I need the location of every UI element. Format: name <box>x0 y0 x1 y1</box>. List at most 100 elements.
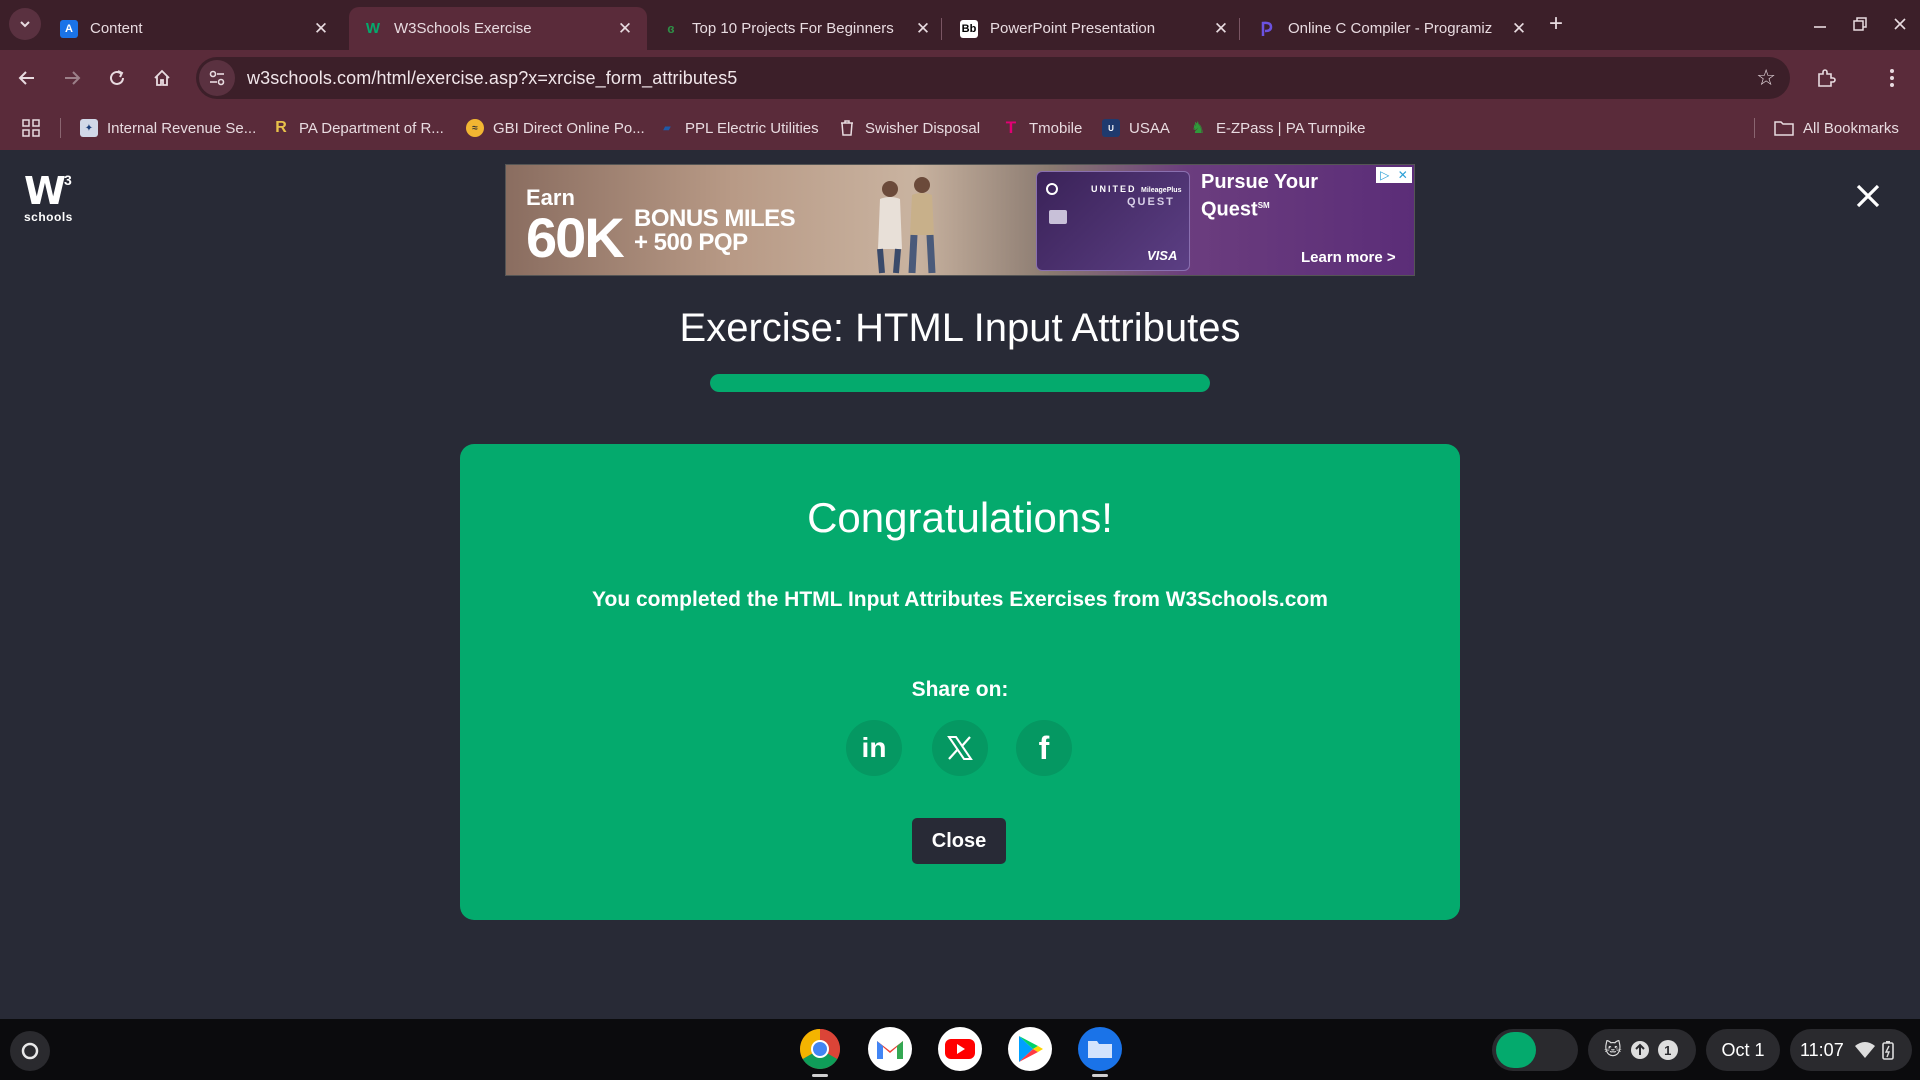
gmail-app[interactable] <box>868 1027 912 1071</box>
launcher-button[interactable] <box>10 1031 50 1071</box>
bookmark-ezpass[interactable]: ♞ E-ZPass | PA Turnpike <box>1189 116 1366 140</box>
tab-powerpoint-presentation[interactable]: Bb PowerPoint Presentation ✕ <box>945 7 1243 50</box>
bookmark-label: Tmobile <box>1029 119 1083 137</box>
url-text[interactable]: w3schools.com/html/exercise.asp?x=xrcise… <box>247 68 737 89</box>
bookmark-star-icon[interactable]: ☆ <box>1756 65 1776 91</box>
tab-search-button[interactable] <box>9 8 41 40</box>
all-bookmarks-button[interactable]: All Bookmarks <box>1774 116 1899 140</box>
home-button[interactable] <box>144 60 180 96</box>
tab-content[interactable]: A Content ✕ <box>45 7 343 50</box>
logo-text: schools <box>24 210 73 224</box>
tab-online-c-compiler[interactable]: Online C Compiler - Programiz ✕ <box>1243 7 1541 50</box>
tab-top-10-projects[interactable]: ɞ Top 10 Projects For Beginners ✕ <box>647 7 945 50</box>
minimize-icon <box>1814 26 1826 28</box>
bookmark-ppl[interactable]: ▰ PPL Electric Utilities <box>658 116 819 140</box>
chrome-app[interactable] <box>798 1027 842 1071</box>
share-linkedin-button[interactable]: in <box>846 720 902 776</box>
status-area-pill[interactable]: 🐱 1 <box>1588 1029 1696 1071</box>
time-text: 11:07 <box>1800 1039 1844 1060</box>
tmobile-icon: T <box>1005 118 1017 137</box>
bookmark-label: PPL Electric Utilities <box>685 119 819 137</box>
close-tab-icon[interactable]: ✕ <box>615 19 635 39</box>
date-pill[interactable]: Oct 1 <box>1706 1029 1780 1071</box>
restore-icon <box>1853 17 1867 31</box>
close-icon <box>1894 18 1906 30</box>
completion-message: You completed the HTML Input Attributes … <box>592 588 1328 611</box>
puzzle-icon <box>1818 69 1836 87</box>
new-tab-button[interactable]: + <box>1542 10 1570 38</box>
share-label: Share on: <box>911 678 1009 701</box>
address-bar[interactable]: w3schools.com/html/exercise.asp?x=xrcise… <box>196 57 1790 99</box>
bookmark-gbi[interactable]: ≈ GBI Direct Online Po... <box>466 116 645 140</box>
forward-button[interactable] <box>54 60 90 96</box>
ad-learn-more-link[interactable]: Learn more > <box>1301 249 1396 266</box>
share-x-button[interactable] <box>932 720 988 776</box>
linkedin-icon: in <box>861 732 887 763</box>
close-tab-icon[interactable]: ✕ <box>1509 19 1529 39</box>
w3schools-logo[interactable]: W 3 schools <box>24 172 80 224</box>
tune-icon <box>209 70 225 86</box>
upload-icon <box>1630 1041 1649 1059</box>
bookmark-label: Swisher Disposal <box>865 119 981 137</box>
ad-card-chip <box>1049 210 1067 224</box>
tab-title: W3Schools Exercise <box>394 20 532 37</box>
cat-icon: 🐱 <box>1604 1040 1622 1059</box>
restore-button[interactable] <box>1840 8 1880 40</box>
ad-card-network: VISA <box>1147 248 1178 263</box>
tab-title: Content <box>90 20 143 37</box>
close-tab-icon[interactable]: ✕ <box>913 19 933 39</box>
close-window-button[interactable] <box>1880 8 1920 40</box>
tab-w3schools-exercise[interactable]: W W3Schools Exercise ✕ <box>349 7 647 50</box>
browser-toolbar: w3schools.com/html/exercise.asp?x=xrcise… <box>0 50 1920 106</box>
programiz-favicon-icon <box>1258 20 1276 38</box>
tab-strip: A Content ✕ W W3Schools Exercise ✕ ɞ Top… <box>0 0 1920 50</box>
back-button[interactable] <box>9 60 45 96</box>
bookmark-tmobile[interactable]: T Tmobile <box>1002 116 1083 140</box>
time-pill[interactable]: 11:07 <box>1790 1029 1912 1071</box>
all-bookmarks-label: All Bookmarks <box>1803 119 1899 137</box>
bookmark-irs[interactable]: ✦ Internal Revenue Se... <box>80 116 256 140</box>
trash-icon <box>838 119 856 137</box>
close-button[interactable]: Close <box>912 818 1006 864</box>
congratulations-panel: Congratulations! You completed the HTML … <box>460 444 1460 920</box>
w3schools-favicon-icon: W <box>365 20 381 37</box>
ad-big-number: 60K <box>526 206 625 269</box>
page-content: W 3 schools Earn 60K BONUS MILES + 500 P… <box>0 150 1920 1019</box>
share-facebook-button[interactable]: f <box>1016 720 1072 776</box>
reload-icon <box>110 70 124 85</box>
files-app[interactable] <box>1078 1027 1122 1071</box>
minimize-button[interactable] <box>1800 8 1840 40</box>
bookmark-label: USAA <box>1129 119 1170 137</box>
youtube-icon <box>945 1039 975 1059</box>
site-info-button[interactable] <box>199 60 235 96</box>
facebook-icon: f <box>1038 729 1050 766</box>
bookmark-label: E-ZPass | PA Turnpike <box>1216 119 1366 137</box>
extensions-button[interactable] <box>1808 60 1844 96</box>
ad-credit-card: UNITED MileagePlus QUEST VISA <box>1036 171 1190 271</box>
ad-card-name: QUEST <box>1127 196 1175 208</box>
chrome-menu-button[interactable] <box>1874 60 1910 96</box>
ppl-icon: ▰ <box>663 122 671 134</box>
chrome-icon <box>800 1029 840 1069</box>
ad-banner[interactable]: Earn 60K BONUS MILES + 500 PQP UNITED Mi… <box>505 164 1415 276</box>
reload-button[interactable] <box>99 60 135 96</box>
pa-revenue-icon: R <box>275 119 287 136</box>
content-favicon-icon: A <box>60 19 78 38</box>
play-store-app[interactable] <box>1008 1027 1052 1071</box>
close-tab-icon[interactable]: ✕ <box>311 19 331 39</box>
home-icon <box>154 69 170 86</box>
youtube-app[interactable] <box>938 1027 982 1071</box>
blackboard-favicon-icon: Bb <box>960 19 978 38</box>
adchoices-icon[interactable]: ▷ ✕ <box>1376 167 1412 183</box>
bookmark-usaa[interactable]: U USAA <box>1102 116 1170 140</box>
bookmark-swisher[interactable]: Swisher Disposal <box>838 116 980 140</box>
ezpass-icon: ♞ <box>1190 120 1206 137</box>
bookmark-divider <box>60 118 61 138</box>
close-icon[interactable] <box>1850 178 1886 214</box>
bookmark-pa-revenue[interactable]: R PA Department of R... <box>272 116 444 140</box>
close-tab-icon[interactable]: ✕ <box>1211 19 1231 39</box>
ad-headline: Pursue Your QuestSM <box>1201 171 1319 221</box>
tote-holding-space[interactable] <box>1492 1029 1578 1071</box>
bookmark-label: GBI Direct Online Po... <box>493 119 645 137</box>
apps-shortcut[interactable] <box>22 116 40 140</box>
